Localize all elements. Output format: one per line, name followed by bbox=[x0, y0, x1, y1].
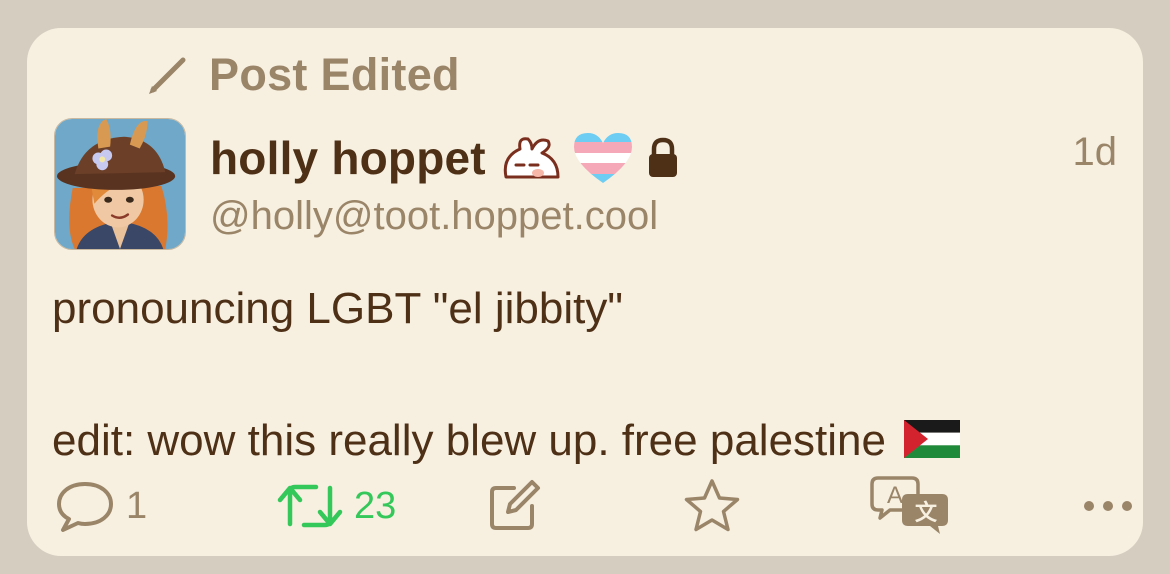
display-name[interactable]: holly hoppet bbox=[210, 131, 486, 185]
ellipsis-icon bbox=[1084, 501, 1132, 511]
post-text-line-2: edit: wow this really blew up. free pale… bbox=[52, 416, 886, 465]
favourite-button[interactable] bbox=[682, 476, 742, 536]
boost-count: 23 bbox=[354, 484, 397, 527]
quote-button[interactable] bbox=[486, 476, 542, 536]
avatar[interactable] bbox=[54, 118, 186, 250]
palestine-flag-emoji-icon bbox=[903, 420, 960, 459]
more-options-button[interactable] bbox=[1082, 476, 1134, 536]
svg-text:文: 文 bbox=[915, 500, 938, 525]
post-actions-bar: 1 23 A 文 bbox=[54, 476, 1132, 536]
post-card[interactable]: Post Edited holly hoppet @holly@toot.hop… bbox=[27, 28, 1143, 556]
post-text-line: pronouncing LGBT "el jibbity" bbox=[52, 284, 623, 333]
svg-text:A: A bbox=[887, 482, 903, 509]
avatar-image bbox=[55, 119, 185, 249]
post-edited-indicator: Post Edited bbox=[143, 48, 460, 102]
author-name-row: holly hoppet bbox=[210, 128, 680, 188]
translate-button[interactable]: A 文 bbox=[870, 476, 952, 536]
reply-button[interactable]: 1 bbox=[54, 476, 147, 536]
post-edited-label: Post Edited bbox=[209, 49, 460, 100]
boost-arrows-icon bbox=[277, 484, 343, 528]
post-text-line: edit: wow this really blew up. free pale… bbox=[52, 408, 1122, 474]
translate-icon: A 文 bbox=[870, 476, 948, 534]
boost-button[interactable]: 23 bbox=[276, 476, 396, 536]
pencil-icon bbox=[149, 57, 186, 94]
author-handle[interactable]: @holly@toot.hoppet.cool bbox=[210, 194, 658, 239]
bunny-emoji-icon bbox=[503, 137, 560, 179]
reply-count: 1 bbox=[126, 484, 148, 527]
star-icon bbox=[684, 479, 740, 532]
speech-bubble-icon bbox=[57, 482, 113, 532]
post-content: pronouncing LGBT "el jibbity" edit: wow … bbox=[52, 276, 1122, 474]
compose-icon bbox=[490, 480, 540, 530]
lock-icon bbox=[648, 137, 677, 177]
trans-heart-emoji-icon bbox=[573, 133, 632, 183]
post-timestamp[interactable]: 1d bbox=[1073, 130, 1118, 175]
